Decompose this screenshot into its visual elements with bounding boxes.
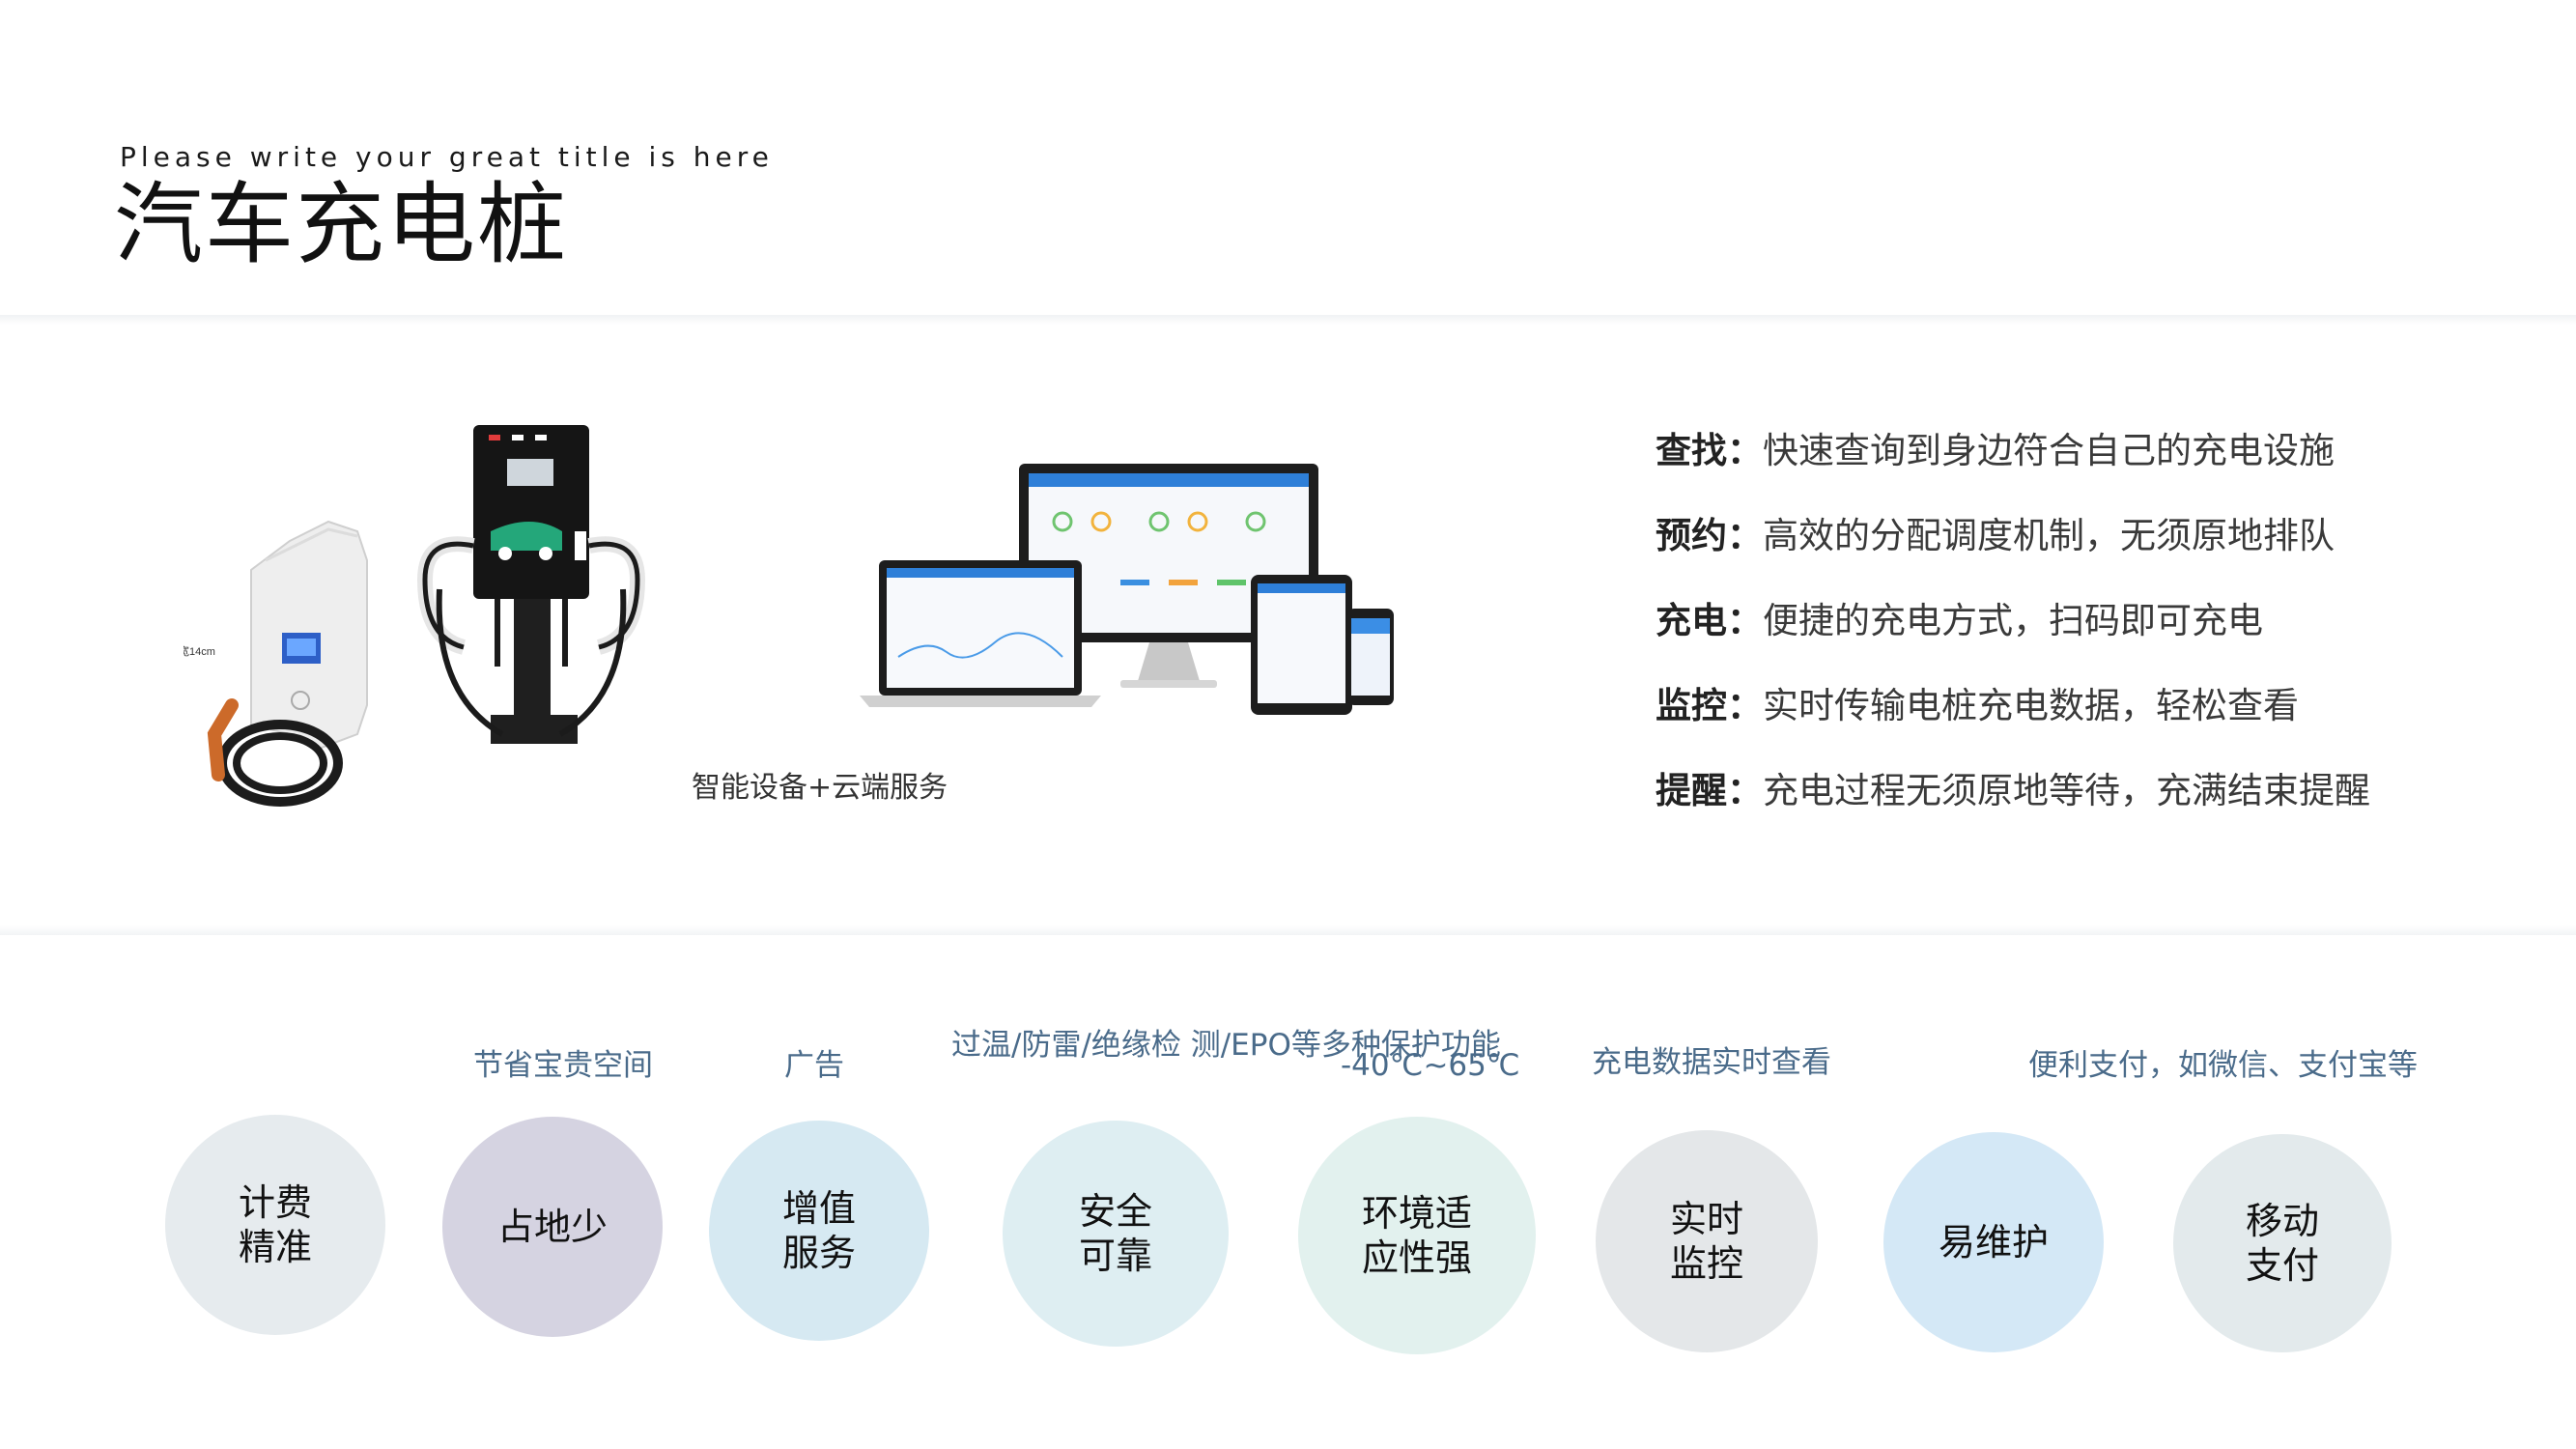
- feature-text: 快速查询到身边符合自己的充电设施: [1763, 430, 2335, 471]
- feature-key: 预约：: [1656, 515, 1763, 556]
- slide-title: 汽车充电桩: [114, 173, 569, 276]
- feature-item: 预约：高效的分配调度机制，无须原地排队: [1656, 506, 2335, 558]
- feature-key: 提醒：: [1656, 770, 1763, 811]
- charger-image: 宽14cm: [184, 425, 646, 807]
- advantage-circle: 占地少: [442, 1117, 663, 1337]
- feature-key: 充电：: [1656, 600, 1763, 641]
- devices-image: [860, 464, 1394, 715]
- advantage-label: 易维护: [1938, 1221, 2049, 1264]
- advantage-circle: 增值 服务: [709, 1121, 929, 1341]
- divider-top: [0, 315, 2576, 325]
- advantage-label: 移动 支付: [2245, 1200, 2319, 1287]
- feature-item: 监控：实时传输电桩充电数据，轻松查看: [1656, 676, 2299, 728]
- advantage-note: 广告: [784, 1048, 844, 1083]
- advantage-circle: 安全 可靠: [1003, 1121, 1229, 1347]
- feature-text: 高效的分配调度机制，无须原地排队: [1763, 515, 2335, 556]
- feature-item: 提醒：充电过程无须原地等待，充满结束提醒: [1656, 761, 2370, 813]
- advantage-circle: 实时 监控: [1596, 1130, 1818, 1352]
- feature-text: 便捷的充电方式，扫码即可充电: [1763, 600, 2263, 641]
- feature-item: 充电：便捷的充电方式，扫码即可充电: [1656, 591, 2263, 643]
- advantage-note: 节省宝贵空间: [473, 1048, 653, 1083]
- advantage-note: -40℃~65℃: [1341, 1048, 1520, 1083]
- feature-item: 查找：快速查询到身边符合自己的充电设施: [1656, 421, 2335, 473]
- charger-width-label: 宽14cm: [184, 644, 215, 658]
- advantage-label: 增值 服务: [781, 1187, 856, 1274]
- advantage-label: 计费 精准: [238, 1181, 312, 1268]
- advantage-circle: 易维护: [1883, 1132, 2104, 1352]
- advantage-label: 实时 监控: [1669, 1198, 1743, 1285]
- advantage-note: 便利支付，如微信、支付宝等: [2028, 1048, 2418, 1083]
- advantage-circle: 移动 支付: [2173, 1134, 2392, 1352]
- illustration-caption: 智能设备+云端服务: [692, 771, 948, 805]
- slide-subtitle: Please write your great title is here: [120, 141, 774, 173]
- advantage-label: 安全 可靠: [1078, 1190, 1152, 1277]
- divider-bottom: [0, 925, 2576, 935]
- advantage-circle: 计费 精准: [165, 1115, 385, 1335]
- feature-key: 查找：: [1656, 430, 1763, 471]
- advantage-note: 充电数据实时查看: [1592, 1045, 1831, 1080]
- feature-text: 充电过程无须原地等待，充满结束提醒: [1763, 770, 2370, 811]
- advantage-label: 环境适 应性强: [1361, 1192, 1472, 1279]
- feature-text: 实时传输电桩充电数据，轻松查看: [1763, 685, 2299, 726]
- advantage-circle: 环境适 应性强: [1298, 1117, 1536, 1354]
- feature-key: 监控：: [1656, 685, 1763, 726]
- advantage-label: 占地少: [496, 1206, 608, 1248]
